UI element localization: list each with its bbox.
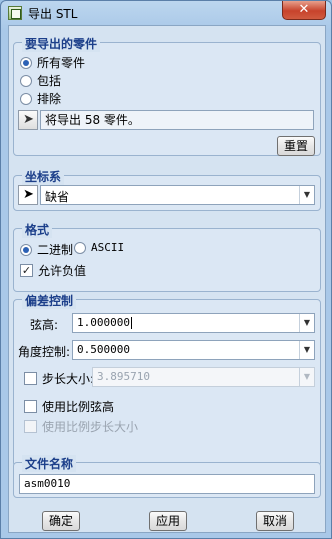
chord-height-input[interactable]: 1.000000 ▼ [72,313,315,333]
checkbox-label: 允许负值 [38,264,87,278]
allow-negative-checkbox[interactable]: ✓ 允许负值 [20,262,86,279]
radio-binary[interactable]: 二进制 [20,241,73,258]
angle-control-label: 角度控制: [18,345,71,359]
window-title: 导出 STL [28,7,78,21]
parts-group-title: 要导出的零件 [22,35,101,52]
deviation-group-title: 偏差控制 [22,292,77,309]
parts-status-field: 将导出 58 零件。 [40,110,314,130]
close-icon: ✕ [298,2,310,17]
parts-group: 要导出的零件 所有零件 包括 排除 ➤ 将导出 58 零件。 重置 [13,35,321,156]
filename-group: 文件名称 asm0010 [13,455,321,498]
apply-button[interactable]: 应用 [149,511,187,531]
radio-button[interactable] [20,243,32,256]
coord-system-value: 缺省 [45,190,70,204]
chord-height-label: 弦高: [30,318,59,332]
coord-system-group: 坐标系 ➤ 缺省 ▼ [13,168,321,211]
cursor-arrow-icon: ➤ [23,187,34,202]
format-group-title: 格式 [22,221,53,238]
angle-control-value: 0.500000 [77,343,130,356]
step-size-value: 3.895710 [97,370,150,383]
radio-button[interactable] [20,74,32,87]
app-icon [8,6,22,20]
radio-button[interactable] [74,241,86,254]
title-bar[interactable]: 导出 STL ✕ [1,1,331,25]
select-parts-button[interactable]: ➤ [18,110,38,130]
chord-height-text: 1.000000 [77,316,130,329]
radio-label: 二进制 [37,243,74,257]
close-button[interactable]: ✕ [282,1,326,20]
radio-button[interactable] [20,56,32,69]
filename-group-title: 文件名称 [22,455,77,472]
coord-group-title: 坐标系 [22,168,65,185]
ratio-chord-checkbox[interactable]: 使用比例弦高 [24,398,114,415]
reset-button[interactable]: 重置 [277,136,315,156]
reset-button-label: 重置 [283,139,308,153]
radio-exclude[interactable]: 排除 [20,90,61,107]
apply-button-label: 应用 [155,514,180,528]
chevron-down-icon[interactable]: ▼ [299,341,314,359]
cursor-arrow-icon: ➤ [23,112,34,127]
checkbox[interactable] [24,420,37,433]
radio-label: ASCII [91,241,125,254]
cancel-button-label: 取消 [262,514,287,528]
radio-label: 所有零件 [37,56,86,70]
filename-input[interactable]: asm0010 [19,474,315,494]
checkbox-label: 使用比例步长大小 [42,420,139,434]
radio-label: 包括 [37,74,62,88]
text-caret [130,317,132,329]
angle-control-input[interactable]: 0.500000 ▼ [72,340,315,360]
checkbox-label: 使用比例弦高 [42,400,115,414]
chord-height-value: 1.000000 [77,316,132,329]
deviation-control-group: 偏差控制 弦高: 1.000000 ▼ 角度控制: 0.500000 ▼ 步长大… [13,292,321,467]
step-size-checkbox[interactable]: 步长大小: [24,370,94,387]
stl-export-dialog: 导出 STL ✕ 要导出的零件 所有零件 包括 排除 ➤ 将导出 58 零件。 … [0,0,332,539]
checkbox[interactable] [24,400,37,413]
chevron-down-icon[interactable]: ▼ [299,368,314,386]
filename-value: asm0010 [24,477,71,490]
checkbox[interactable]: ✓ [20,264,33,277]
parts-status-text: 将导出 58 零件。 [45,113,140,127]
ratio-step-checkbox[interactable]: 使用比例步长大小 [24,418,138,435]
dialog-body: 要导出的零件 所有零件 包括 排除 ➤ 将导出 58 零件。 重置 坐标系 ➤ … [8,25,326,533]
chevron-down-icon[interactable]: ▼ [299,186,314,204]
cancel-button[interactable]: 取消 [256,511,294,531]
chevron-down-icon[interactable]: ▼ [299,314,314,332]
radio-all-parts[interactable]: 所有零件 [20,54,85,71]
coord-system-select[interactable]: 缺省 ▼ [40,185,315,205]
step-size-label: 步长大小: [42,372,95,386]
radio-ascii[interactable]: ASCII [74,241,124,254]
format-group: 格式 二进制 ASCII ✓ 允许负值 [13,221,321,292]
ok-button[interactable]: 确定 [42,511,80,531]
checkbox[interactable] [24,372,37,385]
radio-button[interactable] [20,92,32,105]
radio-include[interactable]: 包括 [20,72,61,89]
ok-button-label: 确定 [48,514,73,528]
step-size-input[interactable]: 3.895710 ▼ [92,367,315,387]
radio-label: 排除 [37,92,62,106]
select-coord-button[interactable]: ➤ [18,185,38,205]
